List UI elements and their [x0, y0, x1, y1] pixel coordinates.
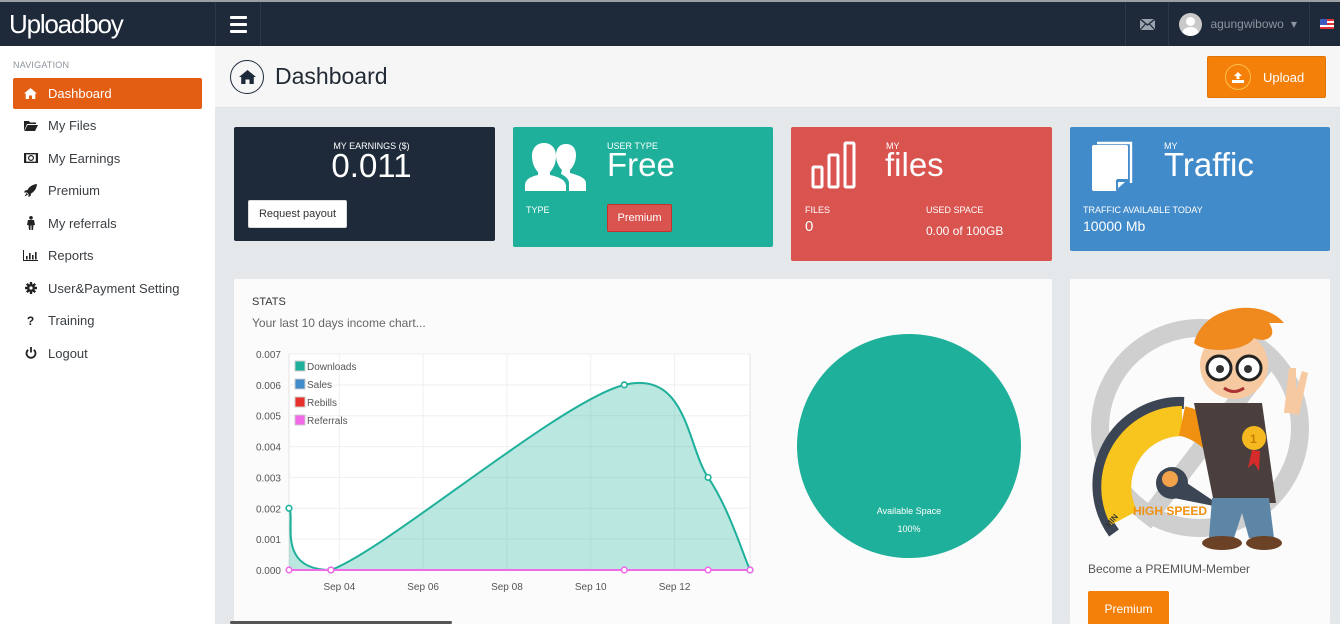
- traffic-available-value: 10000 Mb: [1083, 218, 1146, 234]
- sidebar-item-dashboard[interactable]: Dashboard: [13, 78, 202, 109]
- us-flag-icon[interactable]: [1320, 19, 1334, 29]
- users-icon: [525, 143, 586, 191]
- bar-chart-icon: [13, 250, 48, 262]
- gear-icon: [13, 282, 48, 295]
- top-right-menu: agungwibowo ▼: [1125, 2, 1340, 46]
- premium-promo-panel: MIN MAX HIGH SPEED 1 Become a PREMIUM-Me…: [1070, 279, 1330, 624]
- sidebar-item-my-referrals[interactable]: My referrals: [13, 208, 202, 239]
- files-icon: [1092, 141, 1133, 191]
- upload-button[interactable]: Upload: [1207, 56, 1326, 98]
- chevron-down-icon: ▼: [1290, 19, 1297, 29]
- avatar: [1179, 12, 1203, 36]
- sidebar-item-reports[interactable]: Reports: [13, 241, 202, 272]
- traffic-available-label: TRAFFIC AVAILABLE TODAY: [1083, 205, 1203, 215]
- hamburger-icon: [229, 14, 247, 35]
- top-navbar: Uploadboy agungwibowo ▼: [0, 0, 1340, 46]
- home-icon: [230, 60, 264, 94]
- files-card: MY files FILES 0 USED SPACE 0.00 of 100G…: [791, 127, 1052, 261]
- request-payout-button[interactable]: Request payout: [248, 200, 347, 228]
- messages-button[interactable]: [1125, 2, 1170, 46]
- premium-button[interactable]: Premium: [607, 204, 672, 232]
- earnings-card: MY EARNINGS ($) 0.011 Request payout: [234, 127, 495, 241]
- nav-heading: NAVIGATION: [13, 60, 70, 70]
- brand-logo[interactable]: Uploadboy: [0, 2, 215, 46]
- pie-slice-percent: 100%: [897, 524, 920, 534]
- promo-text: Become a PREMIUM-Member: [1088, 562, 1251, 576]
- rocket-icon: [13, 184, 48, 198]
- sidebar-item-logout[interactable]: Logout: [13, 338, 202, 369]
- sidebar-item-label: User&Payment Setting: [48, 280, 180, 296]
- premium-cta-button[interactable]: Premium: [1088, 591, 1169, 624]
- sidebar-item-label: Dashboard: [48, 85, 112, 101]
- sidebar-item-label: My Earnings: [48, 150, 121, 166]
- sidebar-item-label: Reports: [48, 248, 94, 264]
- sidebar-item-user-payment-setting[interactable]: User&Payment Setting: [13, 273, 202, 304]
- page-header: Dashboard Upload: [215, 46, 1340, 108]
- sidebar: NAVIGATION Dashboard My Files My Earning…: [0, 46, 215, 624]
- envelope-icon: [1139, 18, 1155, 30]
- folder-open-icon: [13, 120, 48, 132]
- files-count-label: FILES: [805, 205, 831, 215]
- sidebar-toggle-button[interactable]: [215, 2, 261, 46]
- sidebar-item-label: Logout: [48, 345, 88, 361]
- used-space-label: USED SPACE: [926, 205, 984, 215]
- upload-button-label: Upload: [1263, 69, 1305, 85]
- used-space-value: 0.00 of 100GB: [926, 224, 1004, 238]
- username: agungwibowo: [1210, 17, 1284, 31]
- power-icon: [13, 347, 48, 359]
- traffic-card: MY Traffic TRAFFIC AVAILABLE TODAY 10000…: [1070, 127, 1330, 251]
- files-count-value: 0: [805, 218, 814, 235]
- files-big-title: files: [885, 146, 944, 183]
- sidebar-item-label: Training: [48, 313, 95, 329]
- sidebar-item-my-files[interactable]: My Files: [13, 111, 202, 142]
- sidebar-item-label: Premium: [48, 183, 101, 199]
- traffic-big-title: Traffic: [1164, 146, 1254, 183]
- stats-panel: STATS Your last 10 days income chart... …: [234, 279, 1052, 624]
- high-speed-label: HIGH SPEED: [1133, 504, 1207, 518]
- space-pie-chart: Available Space 100%: [797, 334, 1021, 558]
- medal-label: 1: [1250, 432, 1257, 446]
- upload-icon: [1225, 64, 1251, 90]
- user-menu-dropdown[interactable]: agungwibowo ▼: [1169, 2, 1310, 46]
- sidebar-item-premium[interactable]: Premium: [13, 176, 202, 207]
- high-speed-mascot-image: MIN MAX HIGH SPEED 1: [1091, 307, 1309, 550]
- sidebar-item-training[interactable]: ? Training: [13, 306, 202, 337]
- question-icon: ?: [26, 313, 35, 328]
- male-icon: [13, 216, 48, 231]
- pie-slice-label: Available Space: [877, 506, 941, 516]
- type-label: TYPE: [526, 205, 550, 215]
- user-type-value: Free: [607, 146, 675, 183]
- home-icon: [13, 87, 48, 99]
- bar-chart-icon: [811, 141, 856, 189]
- earnings-value: 0.011: [331, 147, 412, 184]
- user-type-card: USER TYPE Free TYPE Premium: [513, 127, 773, 247]
- sidebar-item-label: My referrals: [48, 215, 117, 231]
- money-icon: [13, 153, 48, 164]
- sidebar-item-label: My Files: [48, 118, 97, 134]
- page-title: Dashboard: [275, 63, 388, 89]
- sidebar-item-my-earnings[interactable]: My Earnings: [13, 143, 202, 174]
- sidebar-nav: Dashboard My Files My Earnings Premium M…: [0, 78, 215, 369]
